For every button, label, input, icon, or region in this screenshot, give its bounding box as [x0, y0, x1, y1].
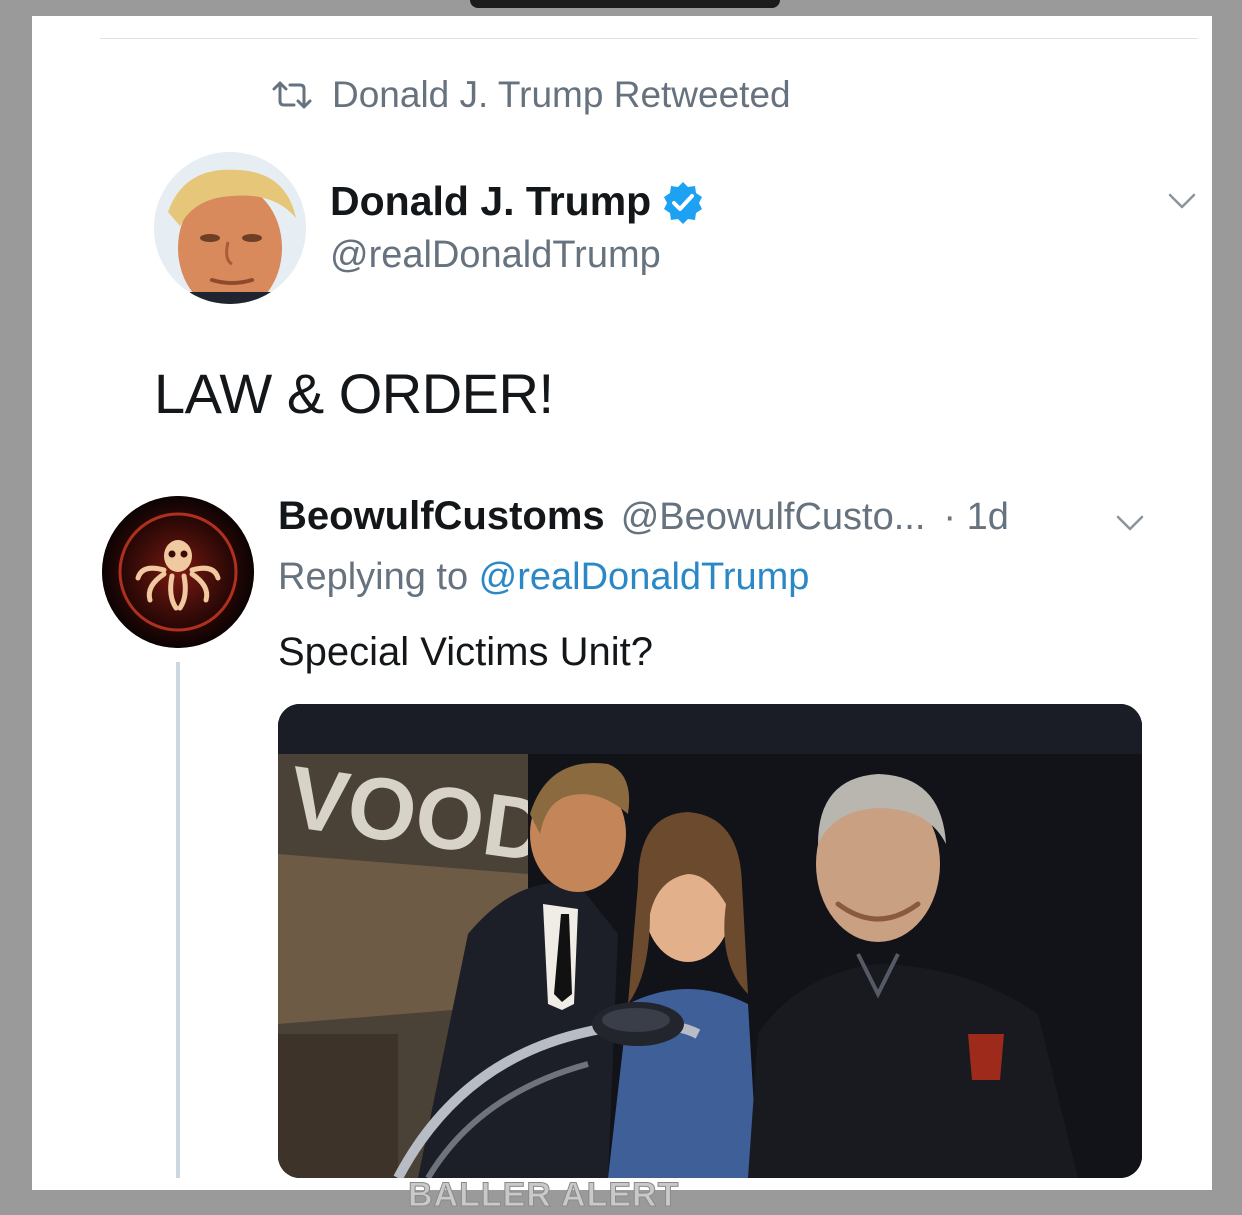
retweet-icon — [272, 81, 312, 109]
photo: VOOD — [278, 704, 1142, 1178]
retweet-banner: Donald J. Trump Retweeted — [270, 74, 791, 116]
avatar[interactable] — [154, 152, 306, 304]
author-name[interactable]: Donald J. Trump — [330, 178, 651, 225]
replying-to-line: Replying to @realDonaldTrump — [278, 556, 809, 599]
hydra-logo-icon — [102, 496, 254, 648]
watermark: BALLER ALERT — [407, 1176, 680, 1215]
replying-to-mention[interactable]: @realDonaldTrump — [479, 556, 810, 598]
chevron-down-icon[interactable] — [1116, 514, 1144, 532]
tweet-text: LAW & ORDER! — [154, 362, 554, 425]
author-handle[interactable]: @realDonaldTrump — [330, 234, 661, 277]
tweet-card: Donald J. Trump Retweeted Donald J. Trum… — [32, 16, 1212, 1190]
chevron-down-icon[interactable] — [1168, 192, 1196, 210]
reply-author-handle[interactable]: @BeowulfCusto... — [621, 496, 926, 539]
phone-notch — [470, 0, 780, 8]
reply-timestamp[interactable]: · 1d — [943, 496, 1008, 539]
verified-badge-icon — [664, 181, 703, 224]
thread-line — [176, 662, 180, 1178]
reply-author-name[interactable]: BeowulfCustoms — [278, 494, 605, 539]
reply-text: Special Victims Unit? — [278, 630, 653, 674]
divider — [100, 38, 1198, 39]
reply-author-line: BeowulfCustoms @BeowulfCusto... · 1d — [278, 494, 1009, 539]
tweet-media-image[interactable]: VOOD — [278, 704, 1142, 1178]
main-author-line: Donald J. Trump — [330, 178, 705, 225]
replying-to-prefix: Replying to — [278, 556, 479, 598]
reply-avatar[interactable] — [102, 496, 254, 648]
avatar-portrait — [154, 152, 306, 304]
retweet-banner-text: Donald J. Trump Retweeted — [332, 74, 791, 115]
